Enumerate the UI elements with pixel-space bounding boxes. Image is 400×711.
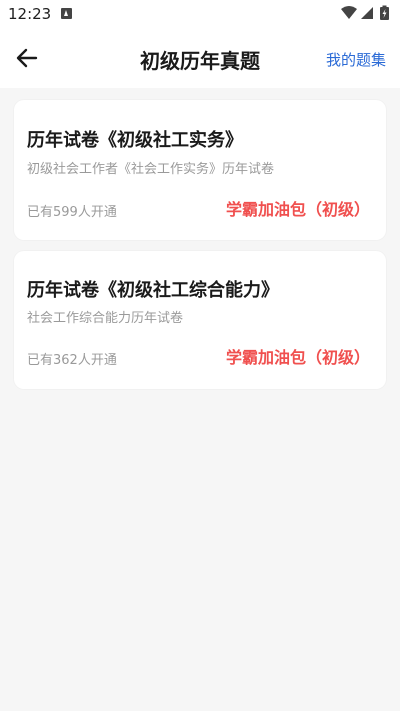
card-title: 历年试卷《初级社工实务》 [27, 130, 243, 151]
card-package-tag: 学霸加油包（初级） [225, 348, 370, 367]
my-question-sets-link[interactable]: 我的题集 [326, 49, 386, 70]
card-subtitle: 社会工作综合能力历年试卷 [27, 311, 184, 326]
signal-icon [361, 7, 373, 19]
back-button[interactable] [12, 43, 42, 73]
card-enrolled-count: 已有599人开通 [27, 205, 117, 220]
status-bar: 12:23 [0, 0, 400, 28]
notification-a-icon [61, 8, 72, 19]
card-subtitle: 初级社会工作者《社会工作实务》历年试卷 [27, 162, 275, 177]
battery-charging-icon [380, 5, 389, 20]
wifi-icon [341, 6, 357, 19]
exam-card-2[interactable]: 历年试卷《初级社工综合能力》 社会工作综合能力历年试卷 已有362人开通 学霸加… [14, 251, 386, 389]
card-enrolled-count: 已有362人开通 [27, 353, 117, 368]
card-title: 历年试卷《初级社工综合能力》 [27, 280, 279, 301]
arrow-left-icon [16, 48, 38, 68]
exam-card-1[interactable]: 历年试卷《初级社工实务》 初级社会工作者《社会工作实务》历年试卷 已有599人开… [14, 100, 386, 240]
status-time: 12:23 [8, 5, 52, 23]
app-bar: 初级历年真题 我的题集 [0, 28, 400, 88]
card-package-tag: 学霸加油包（初级） [225, 200, 370, 219]
status-icons [340, 5, 394, 21]
